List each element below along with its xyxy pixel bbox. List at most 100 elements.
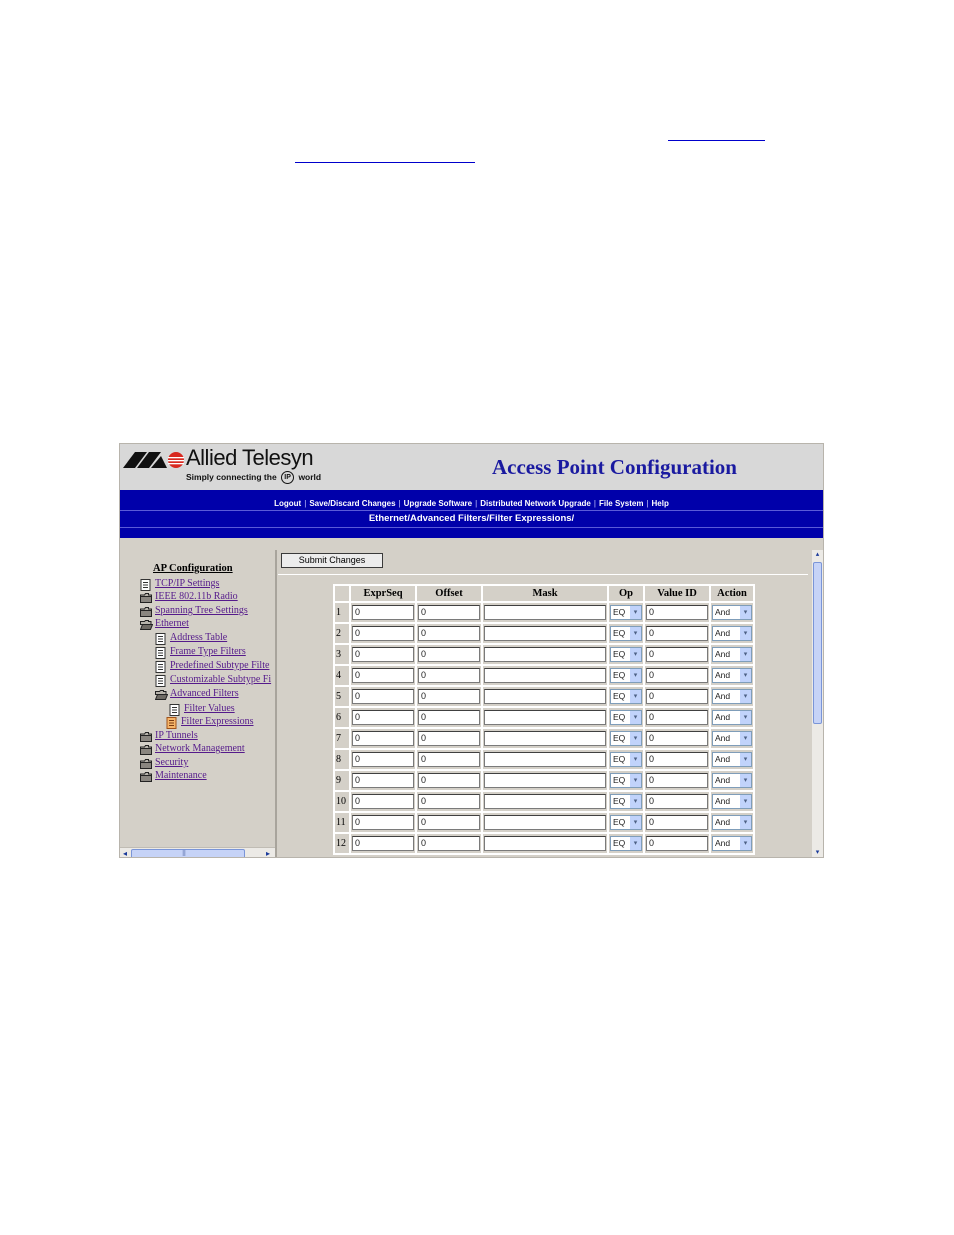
chevron-down-icon[interactable]: ▾ [740,753,751,766]
action-select[interactable]: And ▾ [712,605,752,620]
mask-input[interactable] [484,794,606,809]
chevron-down-icon[interactable]: ▾ [630,648,641,661]
tree-item-tcp-ip-settings[interactable]: TCP/IP Settings [155,578,219,589]
action-select[interactable]: And ▾ [712,731,752,746]
nav-upgrade-software-link[interactable]: Upgrade Software [404,499,472,508]
op-select[interactable]: EQ ▾ [610,815,642,830]
value-id-input[interactable]: 0 [646,626,708,641]
chevron-down-icon[interactable]: ▾ [740,732,751,745]
chevron-down-icon[interactable]: ▾ [740,774,751,787]
chevron-down-icon[interactable]: ▾ [630,753,641,766]
tree-item-predefined-subtype-filte[interactable]: Predefined Subtype Filte [170,660,269,671]
action-select[interactable]: And ▾ [712,626,752,641]
mask-input[interactable] [484,752,606,767]
exprseq-input[interactable]: 0 [352,605,414,620]
op-select[interactable]: EQ ▾ [610,773,642,788]
offset-input[interactable]: 0 [418,647,480,662]
op-select[interactable]: EQ ▾ [610,668,642,683]
tree-item-filter-expressions[interactable]: Filter Expressions [181,716,254,727]
offset-input[interactable]: 0 [418,731,480,746]
action-select[interactable]: And ▾ [712,773,752,788]
exprseq-input[interactable]: 0 [352,710,414,725]
exprseq-input[interactable]: 0 [352,647,414,662]
mask-input[interactable] [484,605,606,620]
chevron-down-icon[interactable]: ▾ [740,627,751,640]
scroll-left-icon[interactable]: ◂ [120,848,130,857]
chevron-down-icon[interactable]: ▾ [630,690,641,703]
mask-input[interactable] [484,731,606,746]
mask-input[interactable] [484,647,606,662]
chevron-down-icon[interactable]: ▾ [630,627,641,640]
value-id-input[interactable]: 0 [646,710,708,725]
action-select[interactable]: And ▾ [712,647,752,662]
chevron-down-icon[interactable]: ▾ [630,606,641,619]
mask-input[interactable] [484,836,606,851]
tree-item-frame-type-filters[interactable]: Frame Type Filters [170,646,246,657]
chevron-down-icon[interactable]: ▾ [630,669,641,682]
value-id-input[interactable]: 0 [646,794,708,809]
value-id-input[interactable]: 0 [646,668,708,683]
document-link-2[interactable] [295,162,475,163]
exprseq-input[interactable]: 0 [352,731,414,746]
value-id-input[interactable]: 0 [646,689,708,704]
tree-item-address-table[interactable]: Address Table [170,632,227,643]
offset-input[interactable]: 0 [418,794,480,809]
chevron-down-icon[interactable]: ▾ [740,711,751,724]
chevron-down-icon[interactable]: ▾ [740,795,751,808]
nav-logout-link[interactable]: Logout [274,499,301,508]
scroll-down-icon[interactable]: ▾ [812,848,823,857]
action-select[interactable]: And ▾ [712,710,752,725]
op-select[interactable]: EQ ▾ [610,794,642,809]
horizontal-scrollbar[interactable]: ◂ ⦀ ▸ [120,847,275,857]
mask-input[interactable] [484,710,606,725]
mask-input[interactable] [484,668,606,683]
tree-item-ip-tunnels[interactable]: IP Tunnels [155,730,198,741]
mask-input[interactable] [484,689,606,704]
value-id-input[interactable]: 0 [646,731,708,746]
exprseq-input[interactable]: 0 [352,668,414,683]
mask-input[interactable] [484,626,606,641]
op-select[interactable]: EQ ▾ [610,752,642,767]
chevron-down-icon[interactable]: ▾ [740,837,751,850]
op-select[interactable]: EQ ▾ [610,689,642,704]
offset-input[interactable]: 0 [418,626,480,641]
chevron-down-icon[interactable]: ▾ [740,669,751,682]
value-id-input[interactable]: 0 [646,773,708,788]
chevron-down-icon[interactable]: ▾ [740,690,751,703]
offset-input[interactable]: 0 [418,605,480,620]
submit-changes-button[interactable]: Submit Changes [281,553,383,568]
action-select[interactable]: And ▾ [712,668,752,683]
nav-help-link[interactable]: Help [652,499,669,508]
exprseq-input[interactable]: 0 [352,752,414,767]
tree-item-security[interactable]: Security [155,757,188,768]
offset-input[interactable]: 0 [418,773,480,788]
tree-item-ieee-802-11b-radio[interactable]: IEEE 802.11b Radio [155,591,238,602]
nav-file-system-link[interactable]: File System [599,499,643,508]
chevron-down-icon[interactable]: ▾ [740,648,751,661]
tree-item-customizable-subtype-fi[interactable]: Customizable Subtype Fi [170,674,271,685]
offset-input[interactable]: 0 [418,710,480,725]
op-select[interactable]: EQ ▾ [610,647,642,662]
exprseq-input[interactable]: 0 [352,689,414,704]
tree-item-maintenance[interactable]: Maintenance [155,770,207,781]
exprseq-input[interactable]: 0 [352,815,414,830]
chevron-down-icon[interactable]: ▾ [630,795,641,808]
offset-input[interactable]: 0 [418,752,480,767]
chevron-down-icon[interactable]: ▾ [630,837,641,850]
exprseq-input[interactable]: 0 [352,794,414,809]
tree-item-advanced-filters[interactable]: Advanced Filters [170,688,239,699]
vertical-scrollbar[interactable]: ▴ ▾ [812,550,823,857]
mask-input[interactable] [484,773,606,788]
exprseq-input[interactable]: 0 [352,836,414,851]
action-select[interactable]: And ▾ [712,815,752,830]
op-select[interactable]: EQ ▾ [610,710,642,725]
action-select[interactable]: And ▾ [712,752,752,767]
exprseq-input[interactable]: 0 [352,626,414,641]
value-id-input[interactable]: 0 [646,647,708,662]
chevron-down-icon[interactable]: ▾ [630,711,641,724]
value-id-input[interactable]: 0 [646,836,708,851]
chevron-down-icon[interactable]: ▾ [740,816,751,829]
chevron-down-icon[interactable]: ▾ [630,774,641,787]
offset-input[interactable]: 0 [418,815,480,830]
tree-item-spanning-tree-settings[interactable]: Spanning Tree Settings [155,605,248,616]
